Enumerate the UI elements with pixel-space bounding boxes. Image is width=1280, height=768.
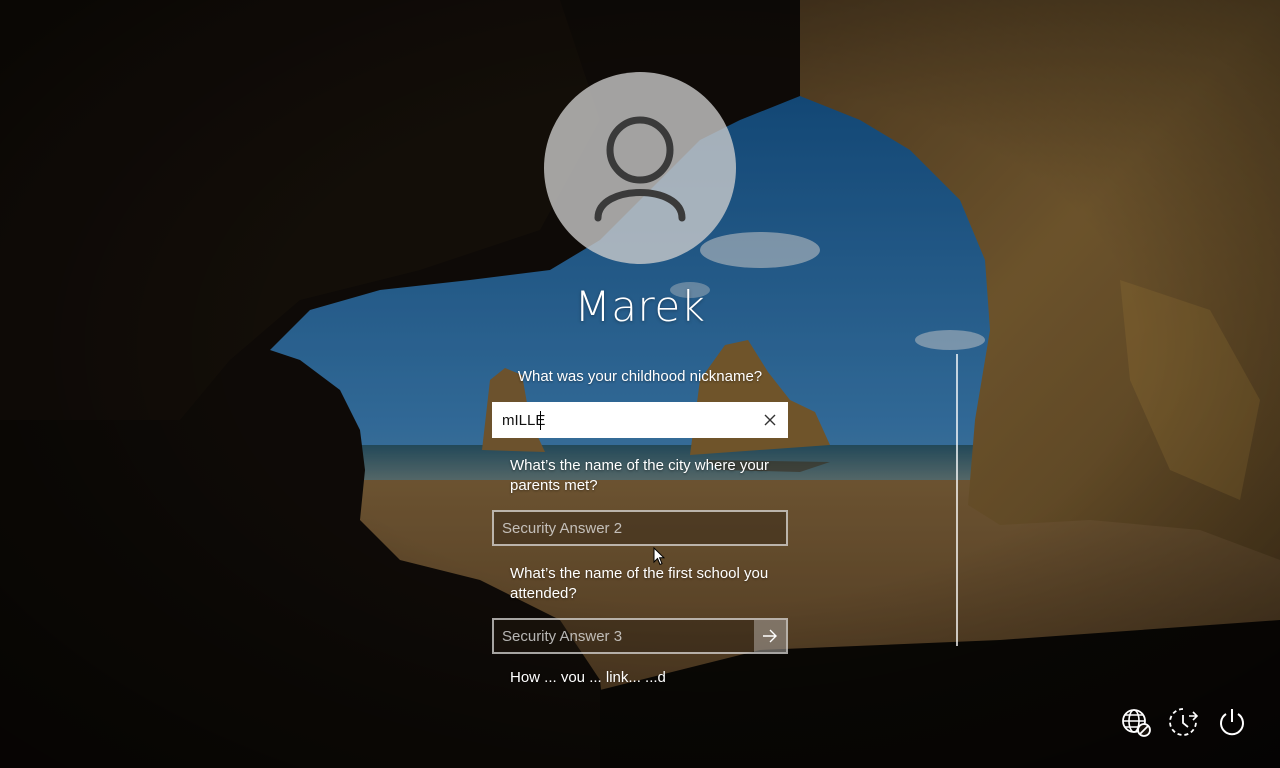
ease-of-access-button[interactable] bbox=[1165, 704, 1201, 740]
clear-button[interactable] bbox=[754, 404, 786, 436]
security-questions-list: What was your childhood nickname? What’s… bbox=[480, 360, 800, 682]
security-question-2: What’s the name of the city where your p… bbox=[510, 457, 770, 494]
security-answer-2-input[interactable] bbox=[494, 512, 786, 544]
ease-of-access-icon bbox=[1169, 708, 1199, 736]
power-icon bbox=[1220, 709, 1244, 736]
security-question-3: What’s the name of the first school you … bbox=[510, 565, 769, 602]
arrow-right-icon bbox=[763, 629, 777, 643]
close-icon bbox=[764, 414, 776, 426]
text-caret bbox=[540, 411, 541, 430]
security-answer-1-input[interactable] bbox=[494, 404, 754, 436]
security-question-1: What was your childhood nickname? bbox=[517, 368, 763, 385]
user-avatar bbox=[544, 72, 736, 264]
security-answer-3-field[interactable] bbox=[492, 618, 788, 654]
security-answer-3-input[interactable] bbox=[494, 620, 754, 652]
network-globe-icon bbox=[1122, 709, 1151, 737]
security-answer-2-field[interactable] bbox=[492, 510, 788, 546]
user-name: Marek bbox=[574, 282, 706, 331]
power-button[interactable] bbox=[1214, 704, 1250, 740]
security-answer-1-field[interactable] bbox=[492, 402, 788, 438]
mouse-pointer-icon bbox=[653, 547, 665, 566]
questions-scrollbar[interactable] bbox=[956, 354, 958, 646]
user-silhouette-icon bbox=[594, 116, 686, 222]
security-question-4-partial: How ... you ... link... ...d bbox=[510, 669, 666, 682]
network-button[interactable] bbox=[1118, 704, 1154, 740]
submit-button[interactable] bbox=[754, 620, 786, 652]
